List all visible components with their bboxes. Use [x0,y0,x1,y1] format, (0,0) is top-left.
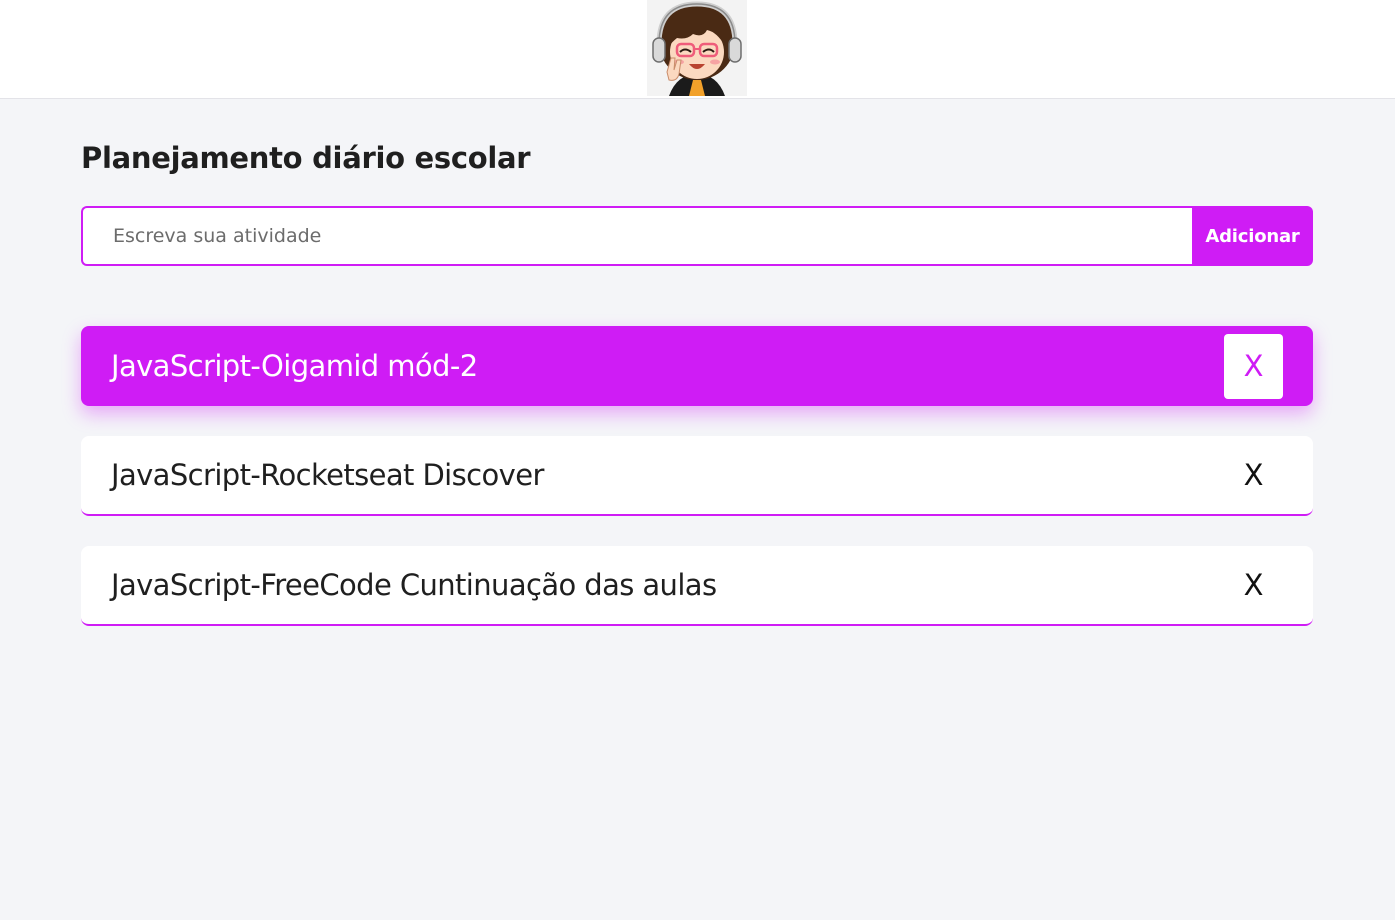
task-label: JavaScript-FreeCode Cuntinuação das aula… [111,568,717,602]
task-label: JavaScript-Rocketseat Discover [111,458,544,492]
page-title: Planejamento diário escolar [81,141,531,175]
avatar [647,0,747,96]
delete-task-button[interactable]: X [1224,333,1283,399]
add-task-button[interactable]: Adicionar [1192,206,1313,266]
delete-task-button[interactable]: X [1224,443,1283,508]
task-label: JavaScript-Oigamid mód-2 [111,349,478,383]
add-task-form: Adicionar [81,206,1313,266]
task-item[interactable]: JavaScript-Oigamid mód-2 X [81,326,1313,406]
task-input[interactable] [81,206,1192,266]
task-item[interactable]: JavaScript-FreeCode Cuntinuação das aula… [81,546,1313,626]
task-list: JavaScript-Oigamid mód-2 X JavaScript-Ro… [81,326,1313,656]
girl-with-headphones-icon [647,0,747,96]
app-header [0,0,1395,99]
task-item[interactable]: JavaScript-Rocketseat Discover X [81,436,1313,516]
delete-task-button[interactable]: X [1224,553,1283,618]
